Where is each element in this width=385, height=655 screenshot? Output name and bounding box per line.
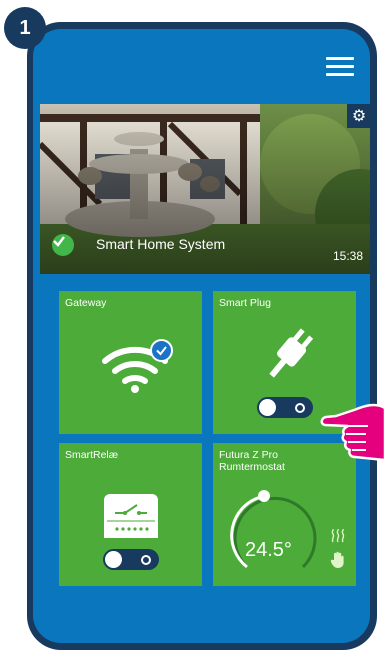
thermostat-dial-icon <box>230 490 317 569</box>
hero-banner[interactable]: ⚙ Smart Home System 15:38 <box>40 104 370 274</box>
tile-gateway[interactable]: Gateway <box>59 291 202 434</box>
tile-label: Smart Plug <box>219 297 271 309</box>
gear-icon[interactable]: ⚙ <box>347 104 370 128</box>
check-badge-icon <box>150 339 173 362</box>
smart-relay-toggle[interactable] <box>103 549 159 570</box>
check-circle-icon <box>52 234 74 256</box>
hero-time: 15:38 <box>332 249 363 263</box>
app-screen: ⚙ Smart Home System 15:38 Gateway Smart … <box>33 29 370 643</box>
relay-switch-icon <box>104 494 158 538</box>
plug-icon <box>269 328 314 378</box>
tile-smart-relay[interactable]: SmartRelæ <box>59 443 202 586</box>
hamburger-menu-icon[interactable] <box>326 57 354 77</box>
thermostat-temperature: 24.5° <box>245 539 292 561</box>
tile-label: Futura Z Pro Rumtermostat <box>219 449 285 473</box>
manual-mode-hand-icon <box>330 551 344 568</box>
tile-label: Gateway <box>65 297 107 309</box>
tile-label: SmartRelæ <box>65 449 119 461</box>
smart-plug-toggle[interactable] <box>257 397 313 418</box>
hero-title: Smart Home System <box>96 236 226 252</box>
heating-icon <box>331 529 345 543</box>
step-number: 1 <box>19 16 31 39</box>
step-badge: 1 <box>4 7 46 49</box>
pointing-hand-icon <box>320 403 385 462</box>
